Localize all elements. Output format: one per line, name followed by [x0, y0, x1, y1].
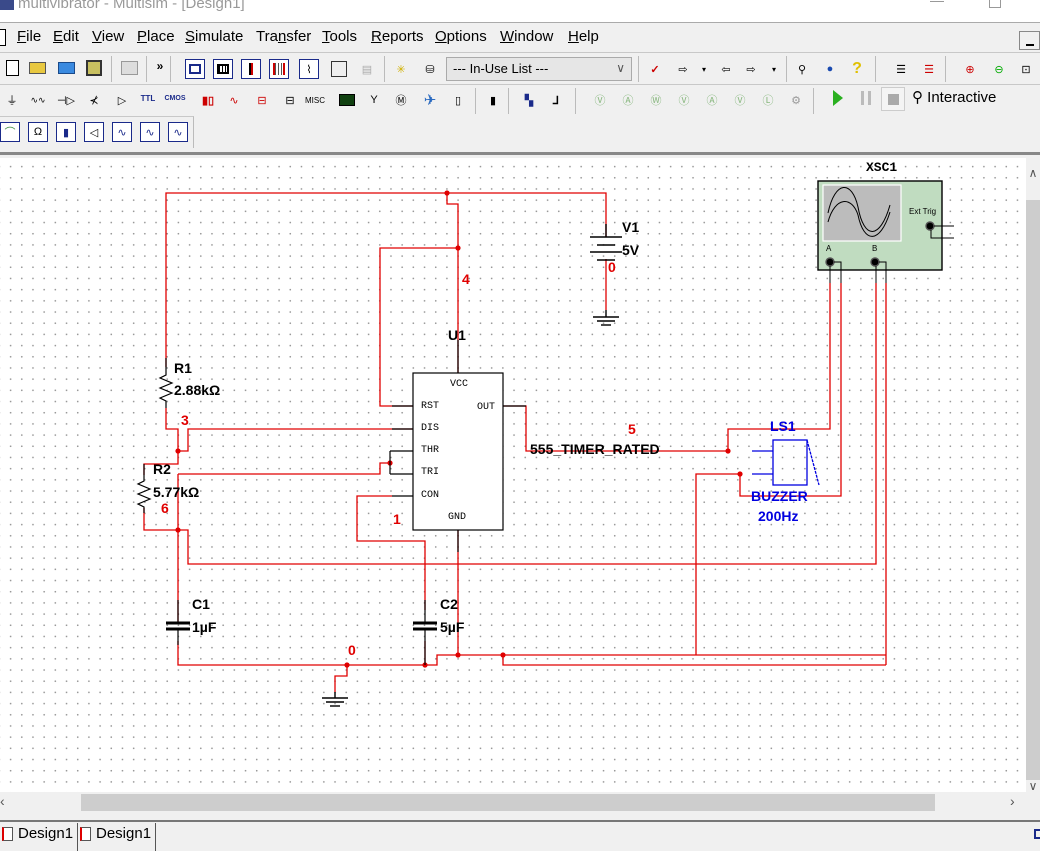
ls1-value-label: 200Hz [758, 508, 799, 524]
wire-vcc-drop[interactable] [446, 193, 459, 400]
ground-symbol [322, 692, 348, 707]
pin-out: OUT [477, 402, 496, 413]
r2-value-label: 5.77kΩ [153, 484, 200, 500]
net-label-0-v1: 0 [608, 259, 616, 275]
net-label-5: 5 [628, 421, 636, 437]
wire-thr-tri[interactable] [178, 462, 390, 475]
wire-vcc-top[interactable] [165, 192, 607, 367]
net-label-4: 4 [462, 271, 470, 287]
wire-dis[interactable] [178, 428, 413, 452]
pin-vcc: VCC [450, 379, 469, 390]
xsc1-oscilloscope[interactable] [817, 180, 954, 283]
wire-buzzer-neg[interactable] [502, 655, 886, 666]
pin-gnd: GND [448, 512, 467, 523]
design-doc-icon [80, 827, 91, 841]
tab-design1-design[interactable]: Design1 [78, 823, 157, 851]
xsc1-ext-trig-label: Ext Trig [909, 207, 937, 216]
wires [143, 192, 887, 692]
tab-label: Design1 [18, 825, 74, 842]
c2-ref-label: C2 [440, 596, 458, 612]
design-tabs: Design1 Design1 [0, 820, 1040, 851]
v1-ref-label: V1 [622, 219, 640, 235]
r2-resistor-symbol[interactable] [136, 464, 152, 513]
ls1-type-label: BUZZER [751, 488, 808, 504]
xsc1-ref-label: XSC1 [866, 160, 898, 175]
r2-ref-label: R2 [153, 461, 171, 477]
c2-value-label: 5µF [440, 619, 465, 635]
net-label-1: 1 [393, 511, 401, 527]
horizontal-scroll-thumb[interactable] [81, 794, 935, 811]
restore-icon[interactable] [1034, 829, 1040, 839]
c1-capacitor-symbol[interactable] [166, 600, 190, 645]
ls1-ref-label: LS1 [770, 418, 796, 434]
wire-r1-node3[interactable] [165, 408, 179, 451]
schematic-drawing [136, 180, 954, 707]
v1-value-label: 5V [622, 242, 640, 258]
c1-ref-label: C1 [192, 596, 210, 612]
tab-label: Design1 [96, 825, 152, 842]
scroll-left-icon[interactable]: ‹ [0, 793, 5, 809]
ls1-buzzer-symbol[interactable] [752, 439, 820, 486]
schematic-doc-icon [2, 827, 13, 841]
net-label-3: 3 [181, 412, 189, 428]
u1-ref-label: U1 [448, 327, 466, 343]
net-label-6: 6 [161, 500, 169, 516]
net-label-0-gnd: 0 [348, 642, 356, 658]
r1-resistor-symbol[interactable] [158, 358, 174, 408]
u1-part-label: 555_TIMER_RATED [530, 441, 660, 457]
v1-battery-symbol[interactable] [590, 224, 622, 261]
tab-design1-schematic[interactable]: Design1 [0, 823, 79, 851]
pin-tri: TRI [421, 467, 440, 478]
r1-value-label: 2.88kΩ [174, 382, 221, 398]
c2-capacitor-symbol[interactable] [413, 600, 437, 665]
pin-rst: RST [421, 401, 440, 412]
pin-con: CON [421, 490, 440, 501]
wire-buzzer-loop[interactable] [739, 283, 842, 497]
xsc1-channel-a-label: A [826, 244, 832, 253]
pin-thr: THR [421, 445, 440, 456]
xsc1-channel-b-label: B [872, 244, 878, 253]
scroll-right-icon[interactable]: › [1010, 793, 1015, 809]
wire-gnd-symbol[interactable] [334, 665, 348, 692]
r1-ref-label: R1 [174, 360, 192, 376]
pin-dis: DIS [421, 423, 440, 434]
v1-ground-symbol [593, 310, 619, 326]
c1-value-label: 1µF [192, 619, 217, 635]
horizontal-scrollbar[interactable]: ‹ › [0, 792, 1026, 812]
